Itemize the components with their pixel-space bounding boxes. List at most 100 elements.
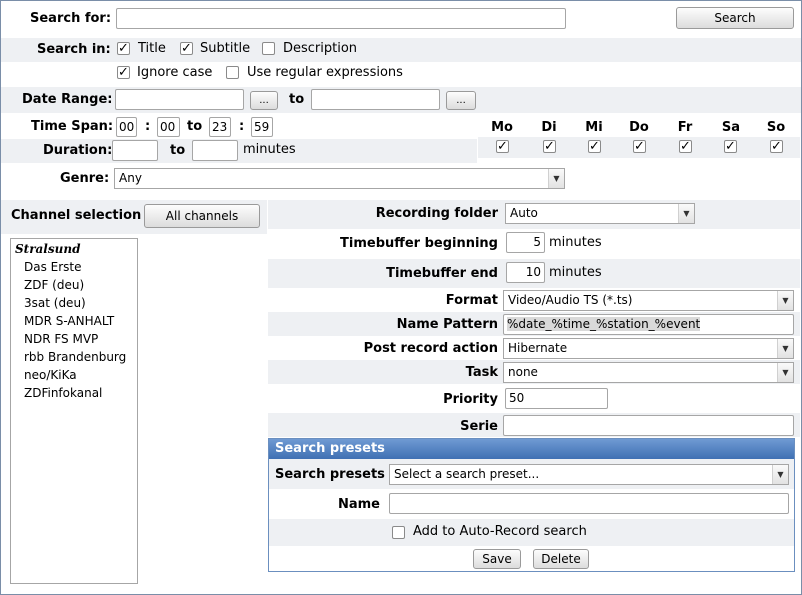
save-button[interactable]: Save — [473, 549, 521, 569]
title-checkbox-label: Title — [138, 41, 166, 56]
chevron-down-icon: ▼ — [777, 291, 793, 310]
timebuffer-end-input[interactable]: 10 — [506, 262, 545, 283]
chevron-down-icon: ▼ — [777, 363, 793, 382]
day-label-sa: Sa — [721, 120, 741, 135]
genre-select-value: Any — [119, 171, 142, 185]
duration-to-input[interactable] — [192, 140, 238, 161]
day-checkbox-sa[interactable]: ✓ — [724, 140, 737, 153]
serie-input[interactable] — [503, 415, 794, 436]
date-from-input[interactable] — [115, 89, 244, 110]
date-range-label: Date Range: — [22, 92, 113, 107]
time-to-label: to — [187, 119, 203, 134]
time-from-separator: : — [145, 119, 151, 134]
chevron-down-icon: ▼ — [678, 204, 694, 223]
auto-record-label: Add to Auto-Record search — [413, 524, 587, 539]
day-label-fr: Fr — [677, 120, 693, 135]
day-label-do: Do — [629, 120, 649, 135]
task-select[interactable]: none ▼ — [503, 362, 794, 383]
genre-select[interactable]: Any ▼ — [114, 168, 565, 189]
task-select-value: none — [508, 365, 538, 379]
duration-to-label: to — [170, 143, 186, 158]
channel-item[interactable]: neo/KiKa — [15, 368, 133, 386]
channel-item[interactable]: rbb Brandenburg — [15, 350, 133, 368]
title-checkbox[interactable]: ✓ — [117, 42, 130, 55]
format-select-value: Video/Audio TS (*.ts) — [508, 293, 633, 307]
time-from-hour-input[interactable]: 00 — [116, 117, 137, 137]
timebuffer-end-label: Timebuffer end — [386, 266, 498, 281]
all-channels-button[interactable]: All channels — [144, 204, 260, 228]
day-label-so: So — [766, 120, 786, 135]
name-pattern-input[interactable]: %date_%time_%station_%event — [503, 314, 794, 335]
channel-item[interactable]: ZDFinfokanal — [15, 386, 133, 404]
day-label-mi: Mi — [585, 120, 603, 135]
day-label-di: Di — [541, 120, 557, 135]
priority-input[interactable]: 50 — [505, 388, 608, 409]
day-label-mo: Mo — [491, 120, 513, 135]
search-presets-select[interactable]: Select a search preset... ▼ — [389, 464, 789, 485]
channel-group-label: Stralsund — [15, 242, 81, 256]
time-to-separator: : — [239, 119, 245, 134]
day-checkbox-di[interactable]: ✓ — [543, 140, 556, 153]
timebuffer-beginning-unit: minutes — [549, 235, 602, 250]
time-to-hour-input[interactable]: 23 — [209, 117, 231, 137]
recording-folder-value: Auto — [510, 206, 538, 220]
search-for-label: Search for: — [30, 11, 112, 26]
recording-folder-label: Recording folder — [375, 206, 498, 221]
name-pattern-value: %date_%time_%station_%event — [507, 317, 701, 331]
day-checkbox-so[interactable]: ✓ — [770, 140, 783, 153]
regex-checkbox[interactable] — [226, 66, 239, 79]
date-to-input[interactable] — [311, 89, 440, 110]
date-from-picker-button[interactable]: ... — [250, 91, 278, 110]
ignore-case-label: Ignore case — [137, 65, 213, 80]
time-from-minute-input[interactable]: 00 — [157, 117, 180, 137]
day-checkbox-mi[interactable]: ✓ — [588, 140, 601, 153]
format-label: Format — [445, 293, 498, 308]
search-presets-select-value: Select a search preset... — [394, 467, 540, 481]
preset-name-input[interactable] — [389, 493, 789, 514]
auto-record-checkbox[interactable] — [392, 526, 405, 539]
post-record-action-label: Post record action — [363, 341, 498, 356]
duration-label: Duration: — [43, 143, 113, 158]
subtitle-checkbox-label: Subtitle — [200, 41, 251, 56]
regex-label: Use regular expressions — [247, 65, 403, 80]
chevron-down-icon: ▼ — [772, 465, 788, 484]
time-span-label: Time Span: — [31, 119, 114, 134]
post-record-action-value: Hibernate — [508, 341, 568, 355]
date-to-label: to — [289, 92, 305, 107]
subtitle-checkbox[interactable]: ✓ — [180, 42, 193, 55]
preset-name-label: Name — [337, 497, 380, 512]
ignore-case-checkbox[interactable]: ✓ — [117, 66, 130, 79]
recording-folder-select[interactable]: Auto ▼ — [505, 203, 695, 224]
search-button[interactable]: Search — [676, 7, 794, 29]
day-checkbox-do[interactable]: ✓ — [633, 140, 646, 153]
search-presets-header: Search presets — [269, 439, 794, 459]
serie-label: Serie — [460, 419, 498, 434]
name-pattern-label: Name Pattern — [396, 317, 498, 332]
description-checkbox-label: Description — [283, 41, 358, 56]
channel-item[interactable]: MDR S-ANHALT — [15, 314, 133, 332]
post-record-action-select[interactable]: Hibernate ▼ — [503, 338, 794, 359]
channel-item[interactable]: Das Erste — [15, 260, 133, 278]
description-checkbox[interactable] — [262, 42, 275, 55]
timebuffer-beginning-input[interactable]: 5 — [506, 232, 545, 253]
genre-label: Genre: — [60, 171, 110, 186]
channel-item[interactable]: 3sat (deu) — [15, 296, 133, 314]
date-to-picker-button[interactable]: ... — [446, 91, 476, 110]
channel-item[interactable]: ZDF (deu) — [15, 278, 133, 296]
duration-from-input[interactable] — [112, 140, 158, 161]
search-input[interactable] — [116, 8, 566, 29]
task-label: Task — [465, 365, 498, 380]
chevron-down-icon: ▼ — [548, 169, 564, 188]
channel-listbox[interactable]: Stralsund Das Erste ZDF (deu) 3sat (deu)… — [10, 238, 138, 584]
channel-item[interactable]: NDR FS MVP — [15, 332, 133, 350]
time-to-minute-input[interactable]: 59 — [251, 117, 273, 137]
search-presets-select-label: Search presets — [275, 467, 385, 482]
search-in-label: Search in: — [37, 42, 111, 57]
chevron-down-icon: ▼ — [777, 339, 793, 358]
day-checkbox-mo[interactable]: ✓ — [496, 140, 509, 153]
day-checkbox-fr[interactable]: ✓ — [679, 140, 692, 153]
duration-unit-label: minutes — [243, 142, 296, 157]
delete-button[interactable]: Delete — [533, 549, 589, 569]
timebuffer-beginning-label: Timebuffer beginning — [340, 236, 498, 251]
format-select[interactable]: Video/Audio TS (*.ts) ▼ — [503, 290, 794, 311]
